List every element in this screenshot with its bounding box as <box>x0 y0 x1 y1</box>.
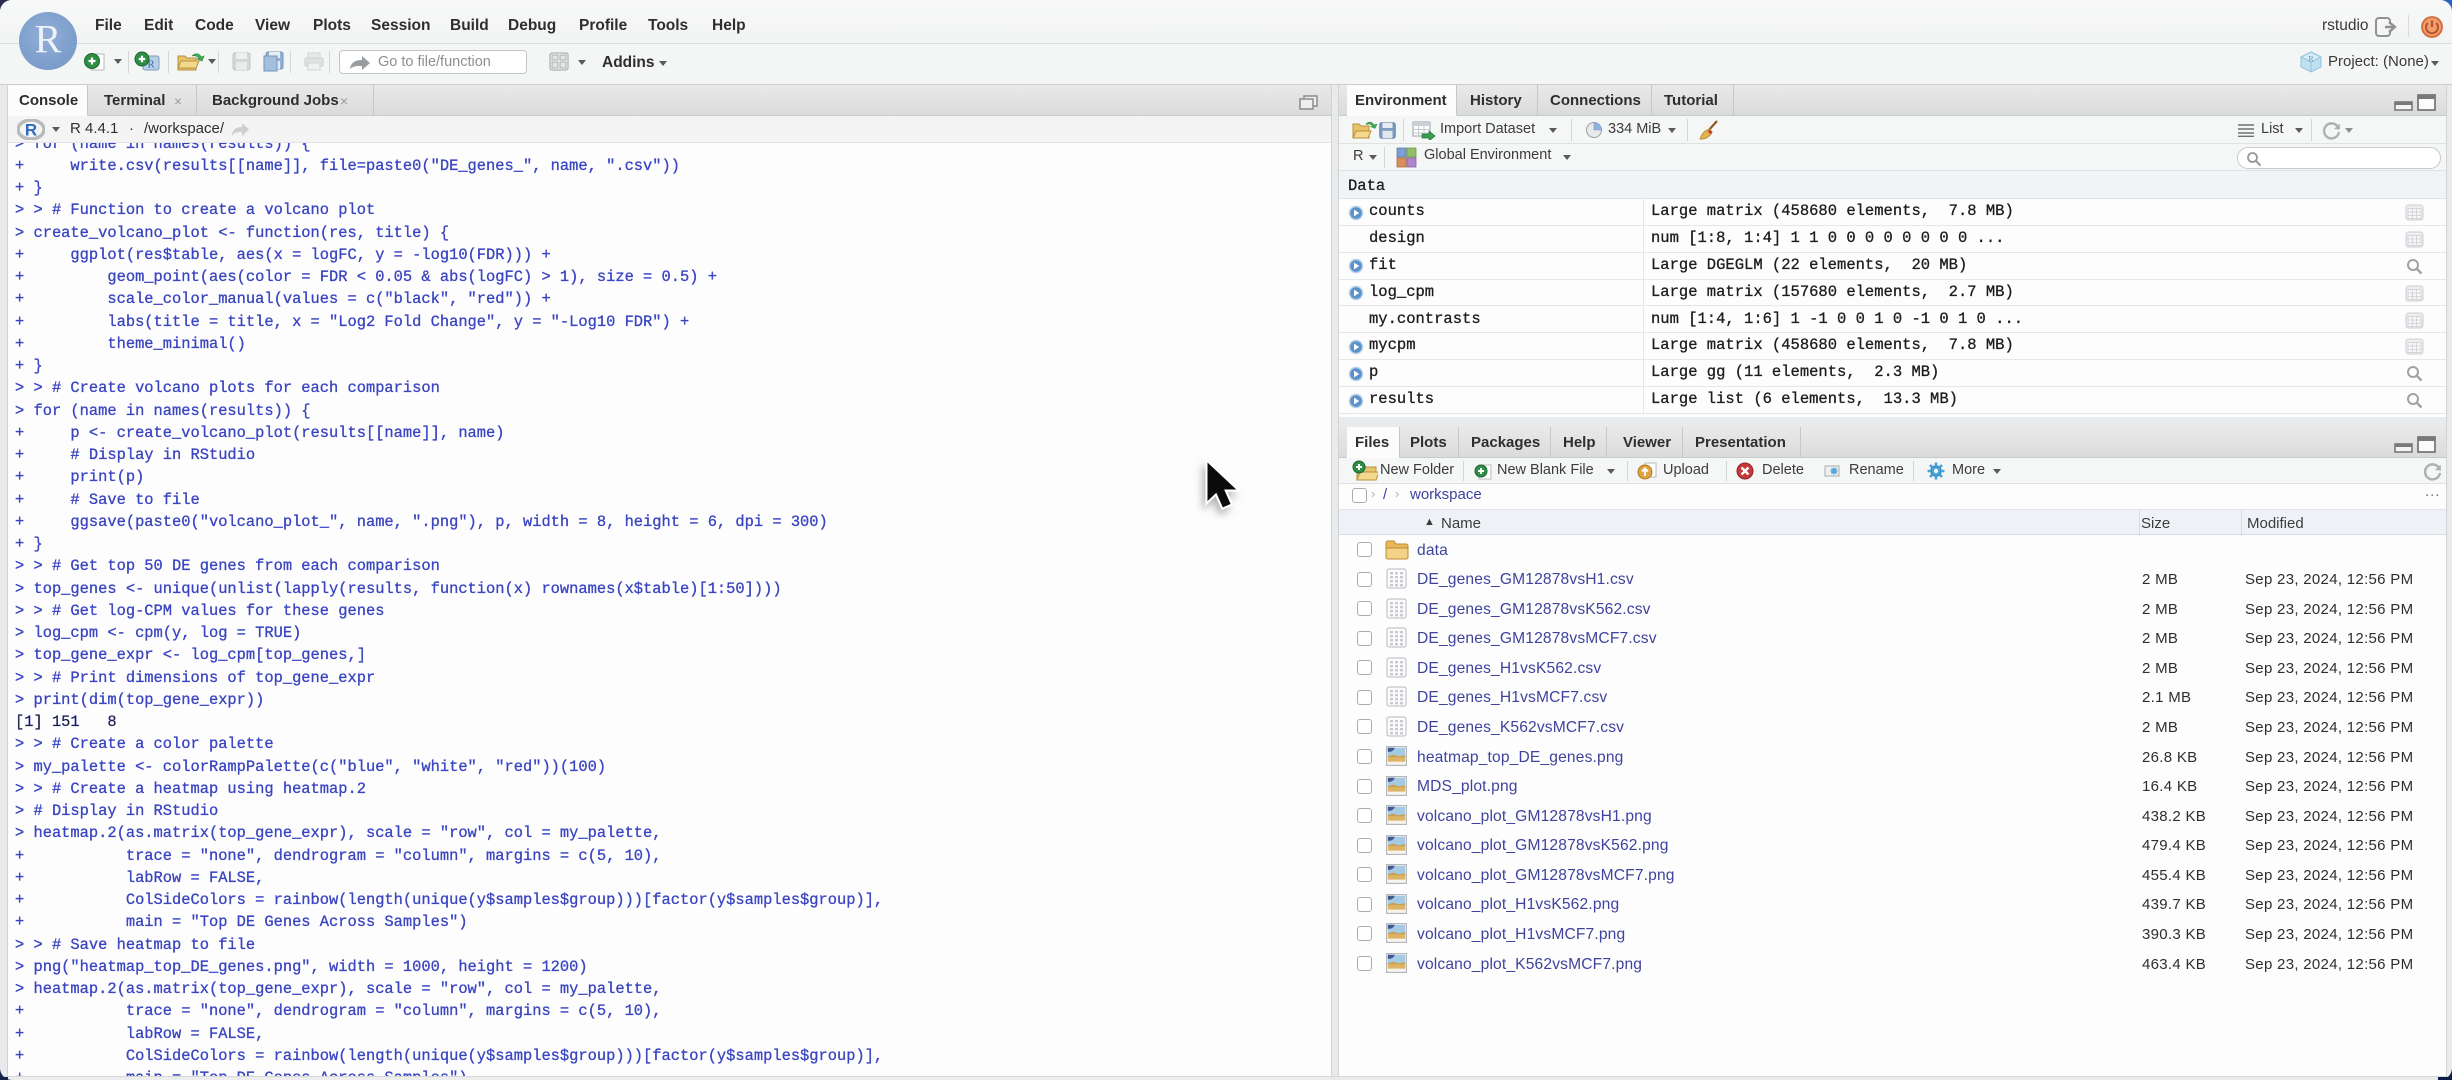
svg-text:R: R <box>25 121 37 140</box>
svg-text:R: R <box>2308 55 2314 64</box>
